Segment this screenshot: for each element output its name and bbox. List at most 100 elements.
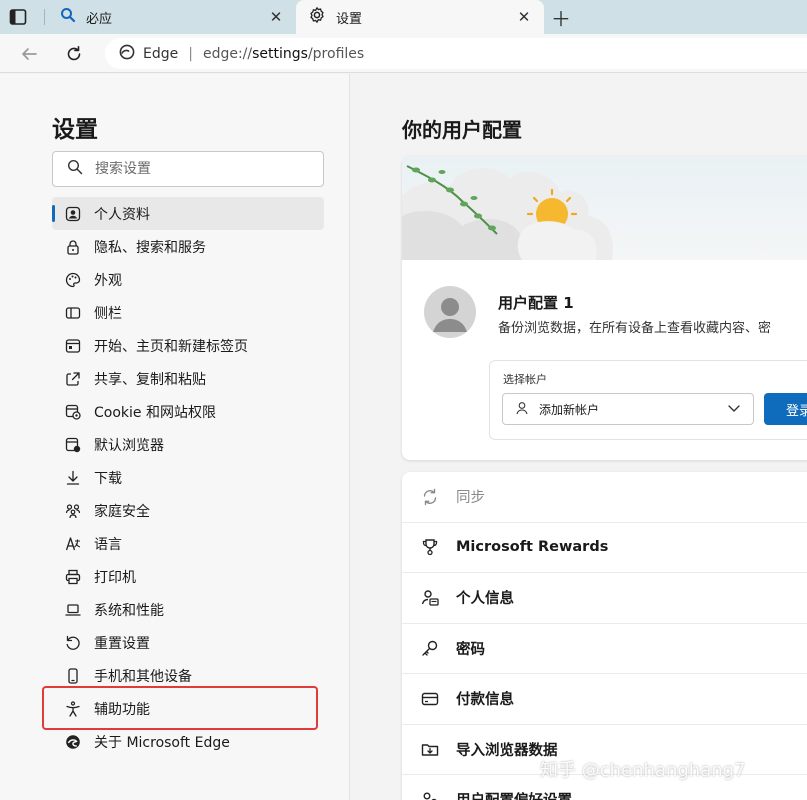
sidebar-item-label: 重置设置 [94,635,150,652]
sidebar-item-label: 下载 [94,470,122,487]
sidebar-item-languages[interactable]: 语言 [52,527,324,560]
list-item-label: Microsoft Rewards [456,539,609,556]
sidebar-item-label: Cookie 和网站权限 [94,404,216,421]
toolbar: Edge | edge://settings/profiles [0,34,807,73]
home-icon [64,337,82,355]
list-item-sync[interactable]: 同步 [402,472,807,523]
close-icon[interactable]: ✕ [514,7,534,27]
account-panel: 选择帐户 添加新帐户 登录 [489,360,807,440]
sign-in-button[interactable]: 登录 [764,393,807,425]
reload-icon [67,46,81,61]
sidebar-item-cookies[interactable]: Cookie 和网站权限 [52,395,324,428]
search-input[interactable] [95,161,295,177]
main-content: 你的用户配置 用户配置 1 备份浏览数据，在所有设备上查看收藏内容、密 选择帐户… [351,74,807,800]
sidebar-item-downloads[interactable]: 下载 [52,461,324,494]
sidebar-item-system-performance[interactable]: 系统和性能 [52,593,324,626]
new-tab-button[interactable]: ＋ [550,6,572,31]
sidebar-item-phone-devices[interactable]: 手机和其他设备 [52,659,324,692]
address-edge-label: Edge [143,45,179,62]
person-info-icon [420,588,440,608]
settings-sidebar: 设置 个人资料 隐私、搜索和服务 外观 侧栏 开始、主页和新建标签页 [0,74,350,800]
sidebar-item-accessibility[interactable]: 辅助功能 [52,692,324,725]
tab-settings[interactable]: 设置 ✕ [296,0,544,34]
account-select[interactable]: 添加新帐户 [502,393,754,425]
sidebar-item-label: 个人资料 [94,206,150,223]
tab-actions-icon[interactable] [8,7,28,27]
reload-button[interactable] [63,43,85,65]
list-item-label: 用户配置偏好设置 [456,789,572,800]
palette-icon [64,271,82,289]
sidebar-item-label: 外观 [94,272,122,289]
download-icon [64,469,82,487]
sidebar-item-appearance[interactable]: 外观 [52,263,324,296]
page-title: 你的用户配置 [402,118,522,142]
list-item-payment-info[interactable]: 付款信息 [402,674,807,725]
search-box[interactable] [52,151,324,187]
sidebar-item-profiles[interactable]: 个人资料 [52,197,324,230]
tab-bing[interactable]: 必应 ✕ [48,0,296,34]
sidebar-item-privacy[interactable]: 隐私、搜索和服务 [52,230,324,263]
address-url: edge://settings/profiles [202,45,365,62]
sidebar-item-label: 默认浏览器 [94,437,164,454]
browser-icon [64,436,82,454]
sidebar-item-family-safety[interactable]: 家庭安全 [52,494,324,527]
list-item-label: 同步 [456,490,485,507]
avatar [424,286,476,338]
trophy-icon [420,537,440,557]
list-item-label: 密码 [456,641,485,658]
sidebar-item-label: 家庭安全 [94,503,150,520]
sidebar-item-start-home-newtab[interactable]: 开始、主页和新建标签页 [52,329,324,362]
profile-card: 用户配置 1 备份浏览数据，在所有设备上查看收藏内容、密 选择帐户 添加新帐户 … [402,156,807,460]
sidebar-item-sidebar[interactable]: 侧栏 [52,296,324,329]
tab-title: 必应 [86,11,113,27]
sidebar-item-label: 语言 [94,536,122,553]
sidebar-item-label: 共享、复制和粘贴 [94,371,206,388]
search-icon [60,7,76,27]
language-icon [64,535,82,553]
sidebar-item-label: 关于 Microsoft Edge [94,734,230,751]
person-icon [515,401,529,418]
profile-name: 用户配置 1 [498,294,574,312]
account-select-value: 添加新帐户 [539,402,600,417]
profile-settings-list: 同步 Microsoft Rewards 个人信息 密码 付款信息 导入浏览器数… [402,472,807,800]
phone-icon [64,667,82,685]
import-icon [420,739,440,759]
sync-icon [420,487,440,507]
sidebar-item-about[interactable]: 关于 Microsoft Edge [52,725,324,758]
share-icon [64,370,82,388]
close-icon[interactable]: ✕ [266,7,286,27]
profile-description: 备份浏览数据，在所有设备上查看收藏内容、密 [498,321,772,336]
sidebar-item-default-browser[interactable]: 默认浏览器 [52,428,324,461]
tab-strip: 必应 ✕ 设置 ✕ ＋ [0,0,807,34]
sidebar-item-share[interactable]: 共享、复制和粘贴 [52,362,324,395]
profile-banner [402,156,807,260]
tab-separator [44,9,45,25]
list-item-personal-info[interactable]: 个人信息 [402,573,807,624]
edge-logo-icon [64,733,82,751]
settings-nav: 个人资料 隐私、搜索和服务 外观 侧栏 开始、主页和新建标签页 共享、复制和粘贴… [52,197,324,758]
list-item-import-data[interactable]: 导入浏览器数据 [402,725,807,775]
preferences-icon [420,790,440,800]
sidebar-icon [64,304,82,322]
lock-icon [64,238,82,256]
address-bar[interactable]: Edge | edge://settings/profiles [105,38,807,69]
account-label: 选择帐户 [503,373,547,386]
sidebar-item-label: 开始、主页和新建标签页 [94,338,248,355]
accessibility-icon [64,700,82,718]
list-item-profile-preferences[interactable]: 用户配置偏好设置 [402,775,807,800]
printer-icon [64,568,82,586]
list-item-passwords[interactable]: 密码 [402,624,807,674]
chevron-down-icon [727,401,741,418]
sidebar-item-printers[interactable]: 打印机 [52,560,324,593]
edge-logo-icon [119,44,135,64]
key-icon [420,638,440,658]
list-item-label: 导入浏览器数据 [456,742,558,759]
list-item-rewards[interactable]: Microsoft Rewards [402,523,807,573]
gear-icon [308,6,326,28]
list-item-label: 个人信息 [456,591,514,608]
sidebar-item-reset[interactable]: 重置设置 [52,626,324,659]
sidebar-item-label: 辅助功能 [94,701,150,718]
sidebar-item-label: 打印机 [94,569,136,586]
sidebar-item-label: 手机和其他设备 [94,668,192,685]
back-button[interactable] [18,43,40,65]
